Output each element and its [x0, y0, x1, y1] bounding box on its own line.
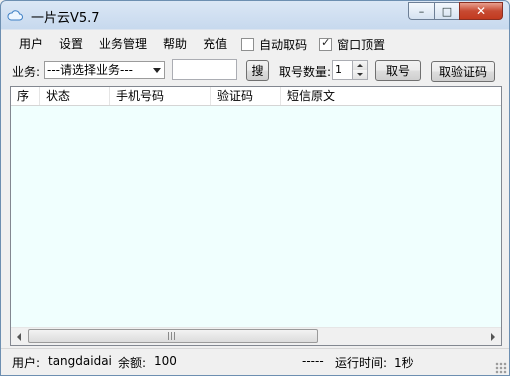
- user-label: 用户:: [12, 356, 41, 370]
- resize-grip-icon[interactable]: [495, 362, 507, 374]
- business-select-value: ---请选择业务---: [47, 63, 133, 77]
- maximize-icon: □: [441, 4, 453, 18]
- runtime-label: 运行时间:: [335, 356, 388, 370]
- auto-fetch-code-label: 自动取码: [259, 37, 308, 52]
- scrollbar-thumb[interactable]: [28, 329, 318, 343]
- sms-list-table[interactable]: 序 状态 手机号码 验证码 短信原文: [10, 86, 502, 346]
- title-bar[interactable]: 一片云V5.7 – □ ✕: [1, 1, 509, 29]
- get-code-button[interactable]: 取验证码: [431, 61, 495, 82]
- business-select[interactable]: ---请选择业务---: [44, 61, 165, 79]
- status-dashes: -----: [302, 354, 324, 368]
- stepper-up-icon[interactable]: [353, 61, 367, 70]
- get-number-button[interactable]: 取号: [375, 60, 421, 81]
- runtime-value: 1秒: [394, 356, 414, 370]
- search-button[interactable]: 搜: [246, 60, 269, 81]
- window-on-top-checkbox[interactable]: 窗口顶置: [319, 33, 385, 55]
- menu-user[interactable]: 用户: [11, 33, 51, 55]
- menu-business-management[interactable]: 业务管理: [91, 33, 155, 55]
- window-title: 一片云V5.7: [31, 11, 100, 26]
- horizontal-scrollbar[interactable]: [11, 327, 501, 345]
- close-icon: ✕: [475, 4, 487, 18]
- search-input[interactable]: [172, 59, 237, 80]
- checkbox-checked-icon[interactable]: [319, 36, 333, 51]
- stepper-down-icon[interactable]: [353, 70, 367, 79]
- menu-help[interactable]: 帮助: [155, 33, 195, 55]
- column-code[interactable]: 验证码: [211, 87, 281, 105]
- menu-bar: 用户 设置 业务管理 帮助 充值 自动取码 窗口顶置: [11, 33, 385, 55]
- table-header: 序 状态 手机号码 验证码 短信原文: [11, 87, 501, 106]
- close-button[interactable]: ✕: [459, 2, 503, 20]
- menu-recharge[interactable]: 充值: [195, 33, 235, 55]
- checkbox-unchecked-icon[interactable]: [241, 37, 255, 51]
- scroll-left-icon[interactable]: [11, 328, 28, 345]
- quantity-stepper[interactable]: 1: [332, 60, 368, 80]
- column-status[interactable]: 状态: [40, 87, 110, 105]
- business-label: 业务:: [12, 65, 41, 79]
- quantity-label: 取号数量:: [279, 65, 332, 79]
- status-bar: 用户: tangdaidai 余额: 100 ----- 运行时间: 1秒: [1, 348, 509, 375]
- username: tangdaidai: [48, 354, 112, 368]
- toolbar: 业务: ---请选择业务--- 搜 取号数量: 1 取号 取验证码: [1, 59, 509, 83]
- auto-fetch-code-checkbox[interactable]: 自动取码: [241, 33, 307, 55]
- maximize-button[interactable]: □: [434, 2, 459, 20]
- minimize-icon: –: [418, 4, 425, 18]
- cloud-icon: [7, 10, 23, 21]
- column-phone[interactable]: 手机号码: [110, 87, 211, 105]
- grip-icon: [168, 332, 177, 340]
- app-window: 一片云V5.7 – □ ✕ 用户 设置 业务管理 帮助 充值 自动取码 窗口顶置: [0, 0, 510, 376]
- balance-label: 余额:: [118, 356, 147, 370]
- scroll-right-icon[interactable]: [484, 328, 501, 345]
- window-on-top-label: 窗口顶置: [337, 37, 386, 52]
- minimize-button[interactable]: –: [408, 2, 434, 20]
- window-controls: – □ ✕: [408, 2, 503, 21]
- stepper-buttons: [352, 61, 367, 79]
- column-index[interactable]: 序: [11, 87, 40, 105]
- quantity-value: 1: [335, 63, 342, 76]
- dropdown-arrow-icon[interactable]: [153, 68, 161, 73]
- column-sms-text[interactable]: 短信原文: [281, 87, 501, 105]
- menu-settings[interactable]: 设置: [51, 33, 91, 55]
- balance-value: 100: [154, 354, 177, 368]
